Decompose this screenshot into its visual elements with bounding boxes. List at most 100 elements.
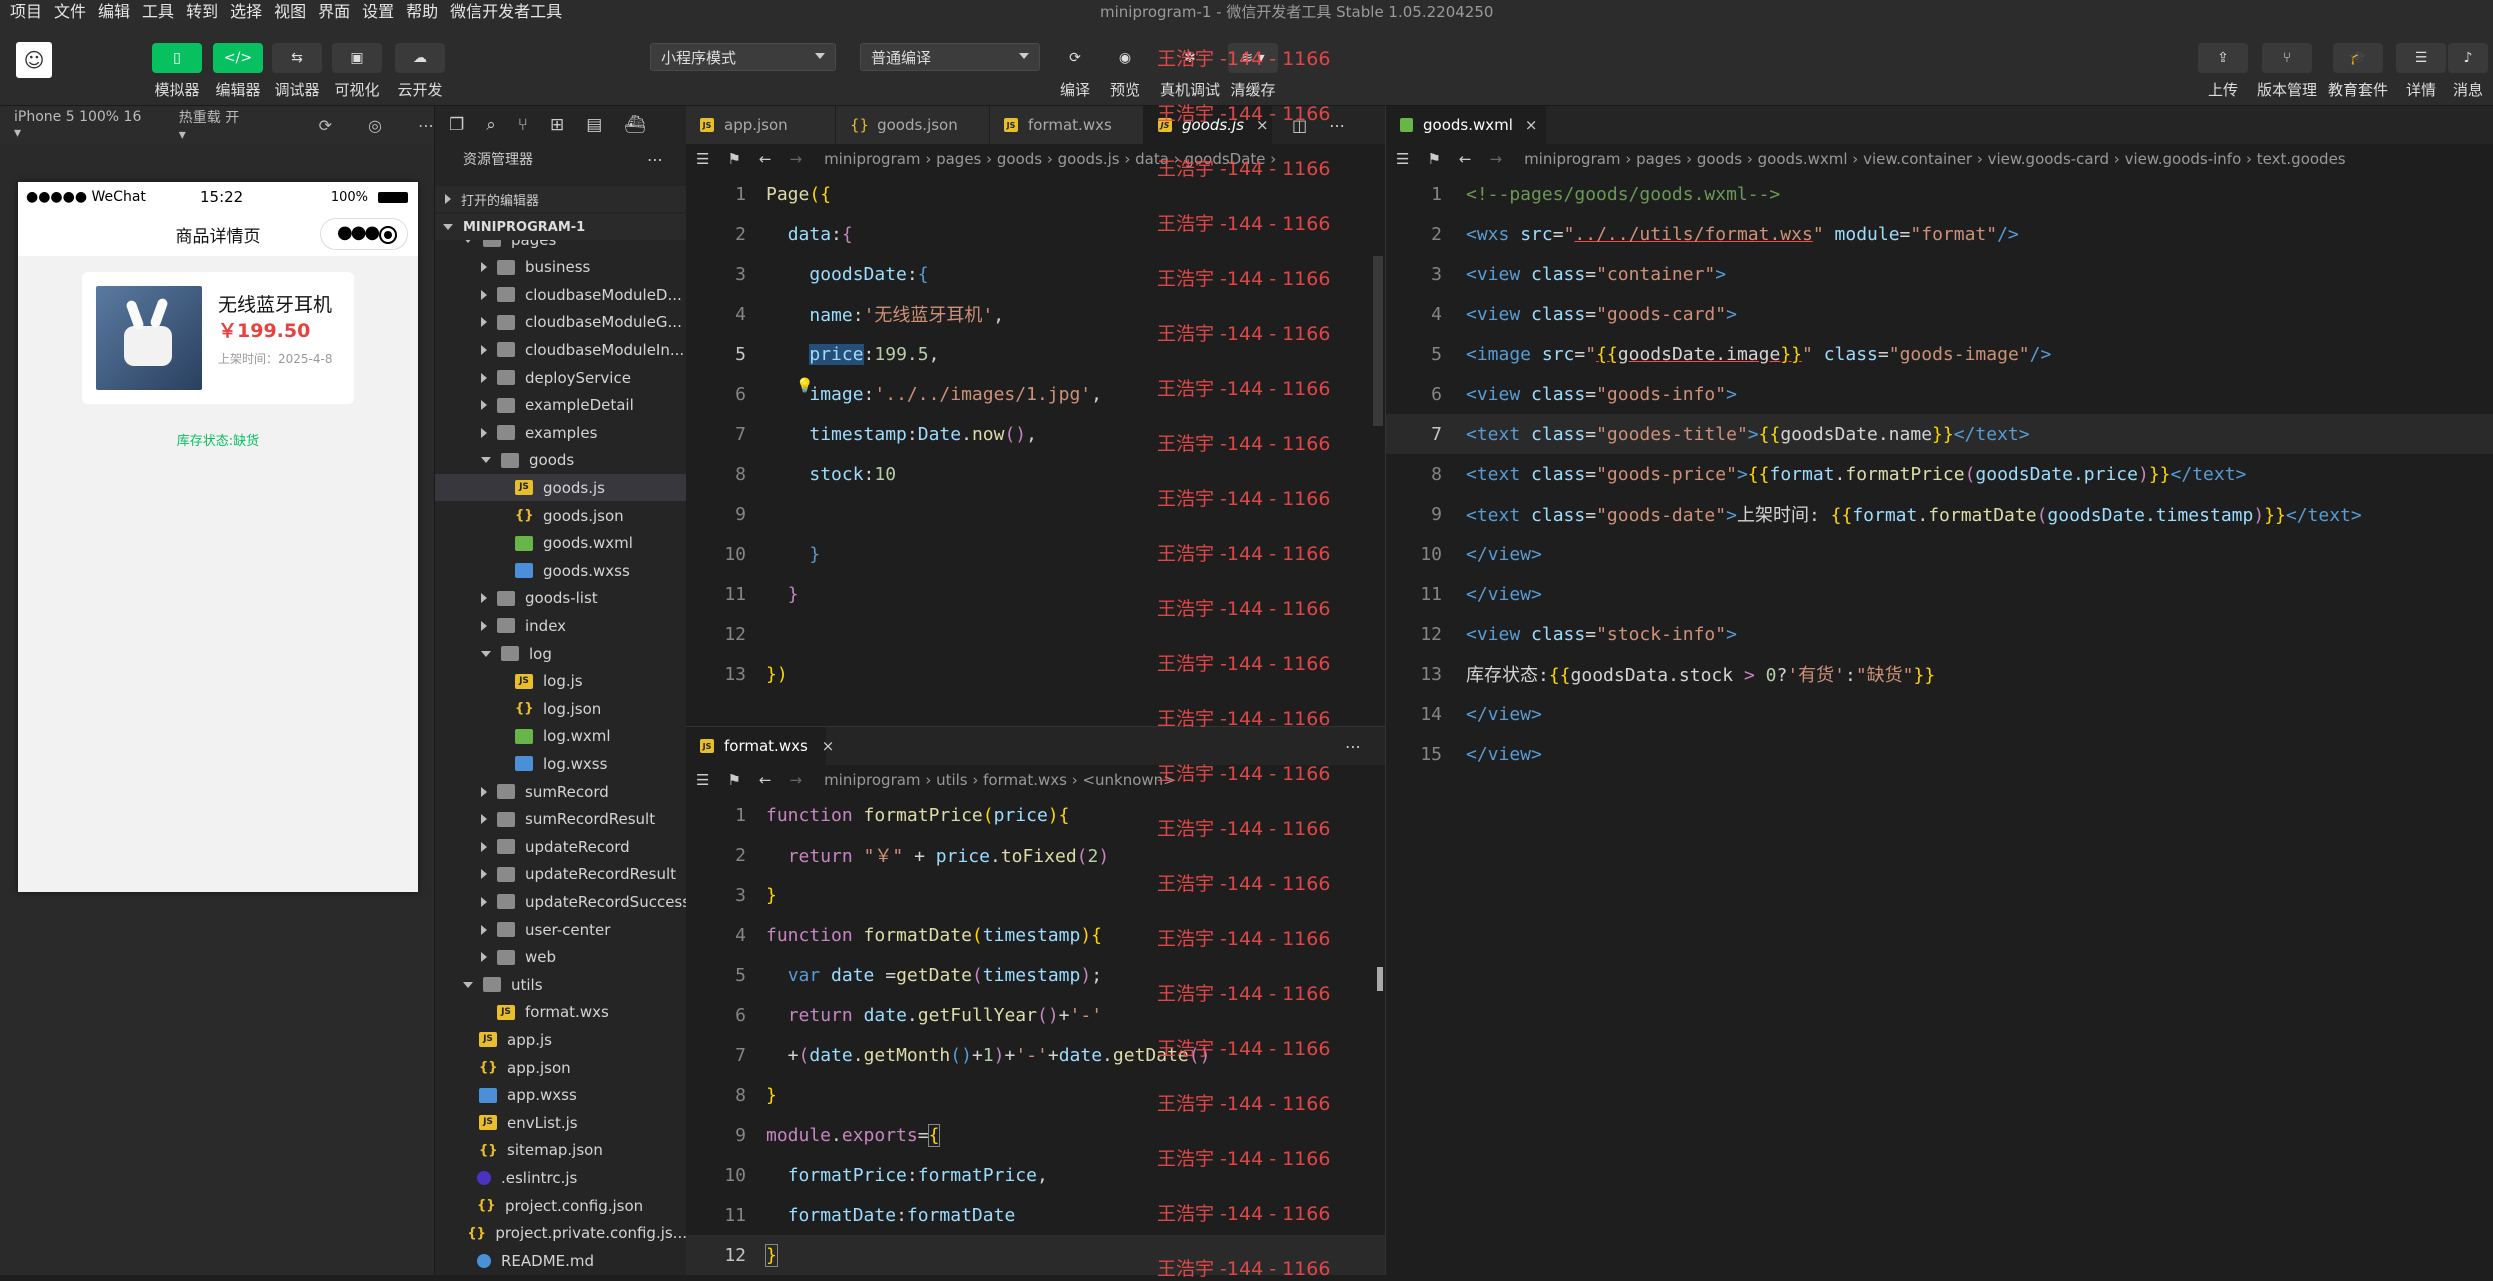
file-item[interactable]: JS app.js <box>435 1026 687 1053</box>
forward-icon[interactable]: → <box>789 150 802 168</box>
tab-goods-json[interactable]: {} goods.json <box>836 106 990 144</box>
mode-select[interactable]: 小程序模式 <box>650 43 836 71</box>
menu-file[interactable]: 文件 <box>54 0 86 22</box>
visual-toggle[interactable]: ▣ 可视化 <box>322 43 392 100</box>
folder-item[interactable]: sumRecord <box>435 778 687 805</box>
more-icon[interactable]: ⋯ <box>1329 116 1345 135</box>
file-item[interactable]: {} sitemap.json <box>435 1137 687 1164</box>
forward-icon[interactable]: → <box>1489 150 1502 168</box>
compile-select[interactable]: 普通编译 <box>860 43 1040 71</box>
folder-item[interactable]: index <box>435 612 687 639</box>
files-icon[interactable]: ❐ <box>449 115 464 135</box>
folder-item[interactable]: updateRecordResult <box>435 861 687 888</box>
file-item[interactable]: JS log.js <box>435 668 687 695</box>
file-item[interactable]: goods.wxss <box>435 557 687 584</box>
folder-item[interactable]: updateRecord <box>435 833 687 860</box>
folder-item[interactable]: user-center <box>435 916 687 943</box>
rotate-icon[interactable]: ⟳ <box>319 116 332 135</box>
capsule-button[interactable]: ●●● <box>320 218 408 250</box>
more-icon[interactable]: ⋯ <box>1345 737 1361 756</box>
folder-item[interactable]: cloudbaseModuleD... <box>435 281 687 308</box>
list-icon[interactable]: ☰ <box>696 771 709 789</box>
menu-project[interactable]: 项目 <box>10 0 42 22</box>
folder-item[interactable]: examples <box>435 419 687 446</box>
tab-format-wxs[interactable]: JS format.wxs × <box>686 727 834 765</box>
file-item[interactable]: app.wxss <box>435 1082 687 1109</box>
folder-item[interactable]: log <box>435 640 687 667</box>
breadcrumb-path[interactable]: miniprogram › utils › format.wxs › <unkn… <box>824 771 1176 789</box>
file-item[interactable]: JS format.wxs <box>435 999 687 1026</box>
menu-view[interactable]: 视图 <box>274 0 306 22</box>
file-item[interactable]: {} goods.json <box>435 502 687 529</box>
file-item[interactable]: .eslintrc.js <box>435 1164 687 1191</box>
list-icon[interactable]: ☰ <box>696 150 709 168</box>
file-item[interactable]: {} log.json <box>435 695 687 722</box>
menu-wechat-devtools[interactable]: 微信开发者工具 <box>450 0 562 22</box>
storage-icon[interactable]: ▤ <box>586 115 602 135</box>
docker-icon[interactable]: ⛴ <box>624 115 646 135</box>
folder-item[interactable]: sumRecordResult <box>435 806 687 833</box>
folder-item[interactable]: utils <box>435 971 687 998</box>
file-item[interactable]: JS envList.js <box>435 1109 687 1136</box>
version-button[interactable]: ⑂ 版本管理 <box>2252 43 2322 100</box>
folder-item[interactable]: pages <box>435 240 687 253</box>
stop-icon[interactable]: ◎ <box>368 116 382 135</box>
file-item[interactable]: log.wxss <box>435 750 687 777</box>
menu-select[interactable]: 选择 <box>230 0 262 22</box>
folder-item[interactable]: exampleDetail <box>435 392 687 419</box>
bookmark-icon[interactable]: ⚑ <box>727 771 740 789</box>
tab-goods-wxml[interactable]: goods.wxml × <box>1386 106 1546 144</box>
extensions-icon[interactable]: ⊞ <box>550 115 564 135</box>
back-icon[interactable]: ← <box>759 150 772 168</box>
close-icon[interactable]: × <box>1525 116 1538 134</box>
menu-settings[interactable]: 设置 <box>362 0 394 22</box>
menu-goto[interactable]: 转到 <box>186 0 218 22</box>
close-icon[interactable]: × <box>822 737 835 755</box>
goods-card[interactable]: 无线蓝牙耳机 ￥199.50 上架时间：2025-4-8 <box>82 272 354 404</box>
device-select[interactable]: iPhone 5 100% 16 ▾ <box>14 109 149 141</box>
simulator-toggle[interactable]: ▯ 模拟器 <box>142 43 212 100</box>
code-area[interactable]: 1 <!--pages/goods/goods.wxml--> 2 <wxs src… <box>1386 174 2493 1274</box>
more-icon[interactable]: ⋯ <box>647 150 663 169</box>
folder-item[interactable]: cloudbaseModuleIn... <box>435 336 687 363</box>
folder-item[interactable]: business <box>435 254 687 281</box>
close-circle-icon[interactable] <box>379 226 397 244</box>
scrollbar[interactable] <box>1373 256 1383 426</box>
folder-item[interactable]: web <box>435 944 687 971</box>
tab-format-wxs[interactable]: JS format.wxs <box>990 106 1144 144</box>
menu-edit[interactable]: 编辑 <box>98 0 130 22</box>
back-icon[interactable]: ← <box>759 771 772 789</box>
lightbulb-icon[interactable]: 💡 <box>796 378 813 394</box>
file-item[interactable]: {} app.json <box>435 1054 687 1081</box>
avatar[interactable]: ☺ <box>16 42 52 78</box>
project-section[interactable]: MINIPROGRAM-1 <box>435 214 687 240</box>
edu-button[interactable]: 🎓 教育套件 <box>2323 43 2393 100</box>
file-item[interactable]: README.md <box>435 1247 687 1274</box>
folder-item[interactable]: goods <box>435 447 687 474</box>
file-item[interactable]: goods.wxml <box>435 530 687 557</box>
list-icon[interactable]: ☰ <box>1396 150 1409 168</box>
menu-tools[interactable]: 工具 <box>142 0 174 22</box>
scrollbar[interactable] <box>1377 967 1383 991</box>
folder-item[interactable]: deployService <box>435 364 687 391</box>
folder-item[interactable]: updateRecordSuccess <box>435 888 687 915</box>
hot-reload-select[interactable]: 热重载 开 ▾ <box>179 107 249 143</box>
bookmark-icon[interactable]: ⚑ <box>727 150 740 168</box>
menu-help[interactable]: 帮助 <box>406 0 438 22</box>
breadcrumb-path[interactable]: miniprogram › pages › goods › goods.wxml… <box>1524 150 2346 168</box>
cloud-button[interactable]: ☁ 云开发 <box>385 43 455 100</box>
back-icon[interactable]: ← <box>1459 150 1472 168</box>
file-item[interactable]: log.wxml <box>435 723 687 750</box>
more-icon[interactable]: ⋯ <box>418 116 434 135</box>
folder-item[interactable]: goods-list <box>435 585 687 612</box>
forward-icon[interactable]: → <box>789 771 802 789</box>
upload-button[interactable]: ⇪ 上传 <box>2188 43 2258 100</box>
more-dots-icon[interactable]: ●●● <box>337 222 380 243</box>
source-control-icon[interactable]: ⑂ <box>518 115 528 135</box>
bookmark-icon[interactable]: ⚑ <box>1427 150 1440 168</box>
preview-button[interactable]: ◉ 预览 <box>1090 43 1160 100</box>
open-editors-section[interactable]: 打开的编辑器 <box>435 186 687 212</box>
folder-item[interactable]: cloudbaseModuleG... <box>435 309 687 336</box>
messages-button[interactable]: ♪ 消息 <box>2443 43 2493 100</box>
search-icon[interactable]: ⌕ <box>486 115 496 135</box>
